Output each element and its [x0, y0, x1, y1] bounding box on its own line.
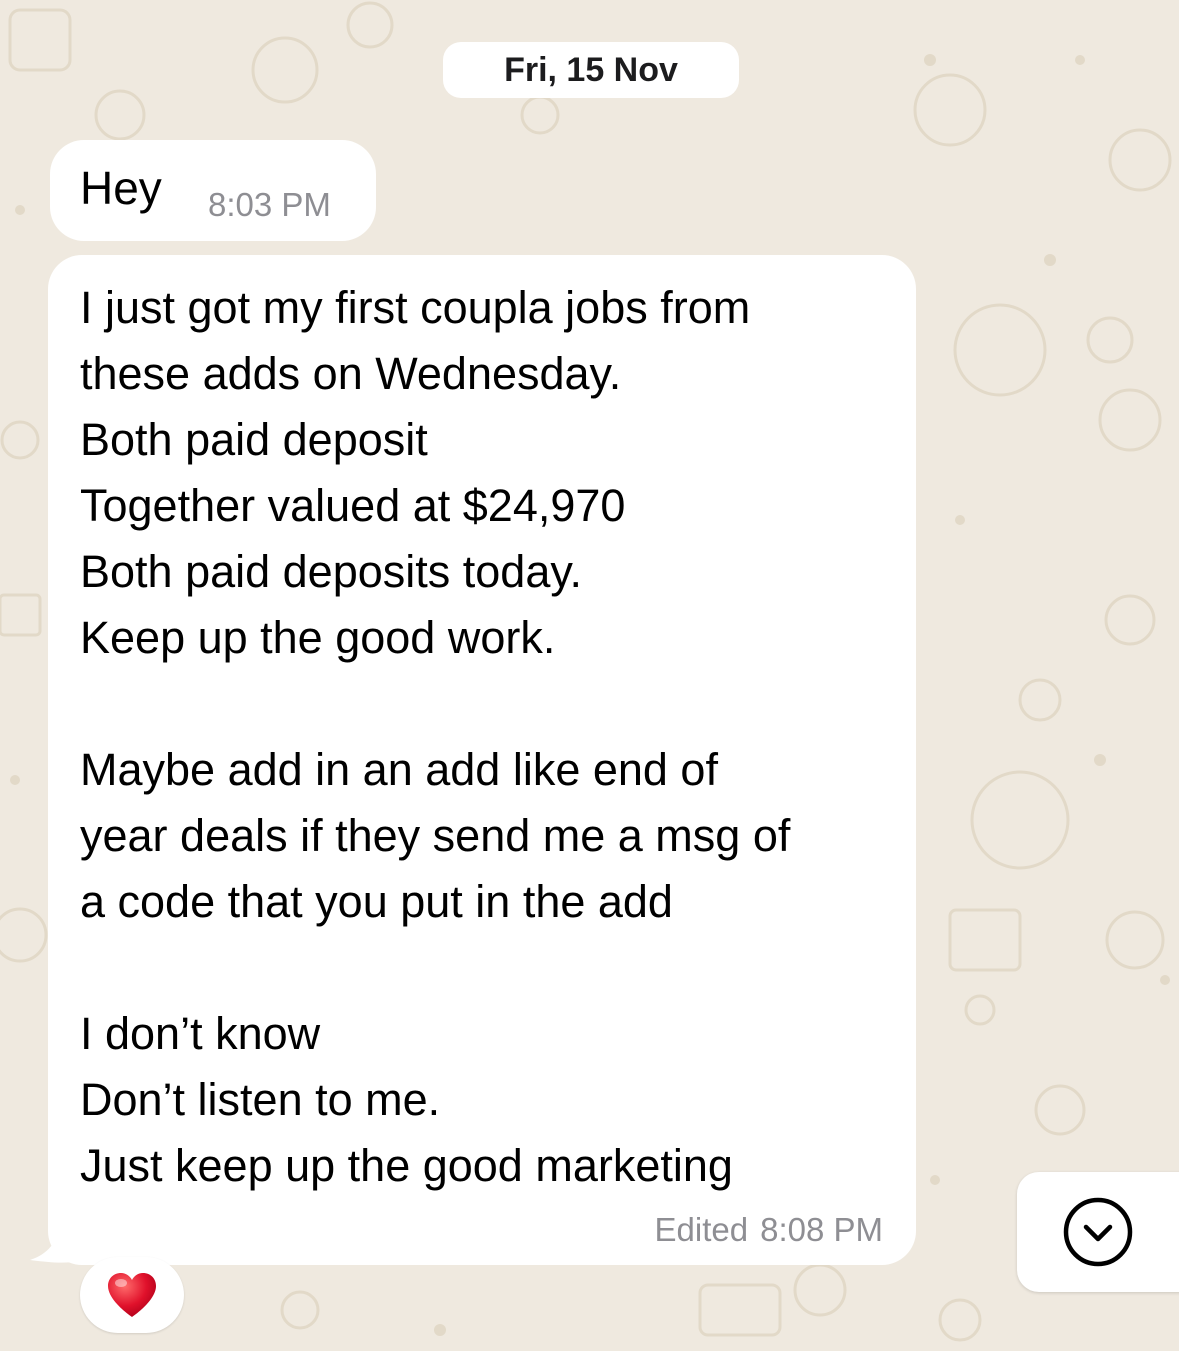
chevron-down-icon — [1063, 1197, 1133, 1267]
message-text: I just got my first coupla jobs from the… — [80, 275, 790, 1199]
message-line — [80, 935, 790, 1001]
date-separator: Fri, 15 Nov — [443, 42, 739, 98]
message-line: Just keep up the good marketing — [80, 1140, 733, 1191]
message-text: Hey — [80, 162, 162, 214]
message-line: Don’t listen to me. — [80, 1074, 441, 1125]
message-timestamp: 8:08 PM — [760, 1211, 883, 1248]
message-line: I just got my first coupla jobs from — [80, 282, 751, 333]
message-line — [80, 671, 790, 737]
scroll-to-bottom-button[interactable] — [1017, 1172, 1179, 1292]
message-line: Both paid deposit — [80, 414, 428, 465]
message-line: Together valued at $24,970 — [80, 480, 626, 531]
heart-icon — [108, 1273, 156, 1317]
edited-label: Edited — [654, 1211, 749, 1248]
message-footer: Edited 8:08 PM — [655, 1211, 883, 1249]
message-line: Keep up the good work. — [80, 612, 556, 663]
reaction-badge[interactable] — [80, 1257, 184, 1333]
message-timestamp: 8:03 PM — [208, 186, 331, 223]
message-line: these adds on Wednesday. — [80, 348, 622, 399]
message-line: a code that you put in the add — [80, 876, 673, 927]
message-bubble[interactable]: I just got my first coupla jobs from the… — [48, 255, 916, 1265]
message-line: Maybe add in an add like end of — [80, 744, 718, 795]
message-line: Both paid deposits today. — [80, 546, 583, 597]
message-bubble[interactable]: Hey 8:03 PM — [50, 140, 376, 241]
message-line: I don’t know — [80, 1008, 321, 1059]
message-line: year deals if they send me a msg of — [80, 810, 791, 861]
